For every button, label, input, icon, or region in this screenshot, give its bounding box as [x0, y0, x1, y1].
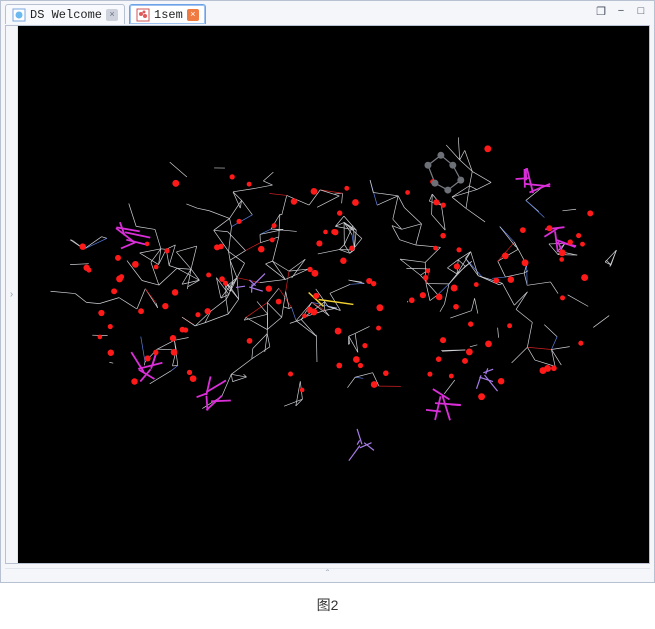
- tab-close-icon[interactable]: ×: [106, 9, 118, 21]
- editor-content: ›: [5, 25, 650, 564]
- window-controls: ❐ − □: [594, 4, 648, 18]
- app-window: DS Welcome × 1sem × ❐ − □ ›: [0, 0, 655, 629]
- tab-ds-welcome[interactable]: DS Welcome ×: [5, 4, 125, 24]
- molecule-icon: [136, 8, 150, 22]
- restore-button[interactable]: ❐: [594, 4, 608, 18]
- minimize-button[interactable]: −: [614, 4, 628, 18]
- ds-icon: [12, 8, 26, 22]
- left-gutter-expand[interactable]: ›: [6, 26, 18, 563]
- tab-close-icon[interactable]: ×: [187, 9, 199, 21]
- tab-label: DS Welcome: [30, 8, 102, 22]
- tab-1sem[interactable]: 1sem ×: [129, 4, 206, 24]
- tab-label: 1sem: [154, 8, 183, 22]
- molecule-render: [18, 26, 649, 563]
- figure-caption: 图2: [0, 583, 655, 615]
- tab-bar: DS Welcome × 1sem × ❐ − □: [1, 1, 654, 25]
- bottom-gutter-expand[interactable]: ˆ: [5, 568, 650, 580]
- editor-area: DS Welcome × 1sem × ❐ − □ ›: [0, 0, 655, 583]
- maximize-button[interactable]: □: [634, 4, 648, 18]
- tabs: DS Welcome × 1sem ×: [5, 4, 206, 24]
- molecule-3d-viewer[interactable]: [18, 26, 649, 563]
